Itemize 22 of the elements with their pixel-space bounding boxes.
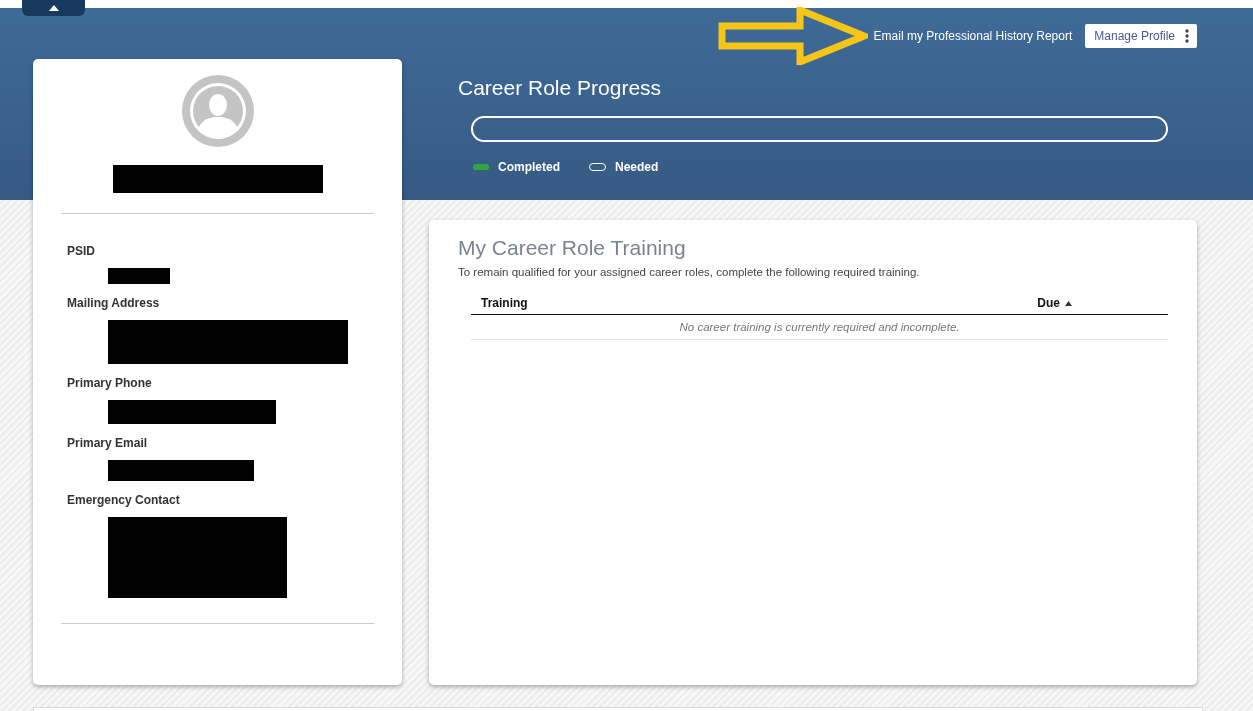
caret-icon — [48, 5, 59, 11]
field-label: PSID — [67, 244, 96, 258]
legend-label: Needed — [615, 160, 659, 174]
email-report-link[interactable]: Email my Professional History Report — [873, 29, 1073, 43]
card-title: My Career Role Training — [458, 236, 687, 260]
field-label: Emergency Contact — [67, 493, 181, 507]
redaction-bar — [108, 268, 170, 284]
column-header[interactable]: Due — [1037, 296, 1072, 310]
legend-label: Completed — [498, 160, 560, 174]
manage-profile-button[interactable]: Manage Profile — [1085, 24, 1197, 48]
empty-message: No career training is currently required and incomplete. — [471, 315, 1168, 340]
avatar-icon — [181, 75, 254, 147]
section-title: Career Role Progress — [458, 76, 663, 100]
field-label: Mailing Address — [67, 296, 161, 310]
collapse-tab[interactable] — [22, 0, 85, 16]
more-icon — [1185, 29, 1189, 43]
field-label: Primary Email — [67, 436, 149, 450]
field-label: Primary Phone — [67, 376, 153, 390]
column-header[interactable]: Training — [481, 296, 528, 310]
card-description: To remain qualified for your assigned career roles, complete the following required training. — [458, 266, 921, 278]
legend-swatch — [473, 164, 489, 170]
sort-icon — [1065, 300, 1072, 306]
